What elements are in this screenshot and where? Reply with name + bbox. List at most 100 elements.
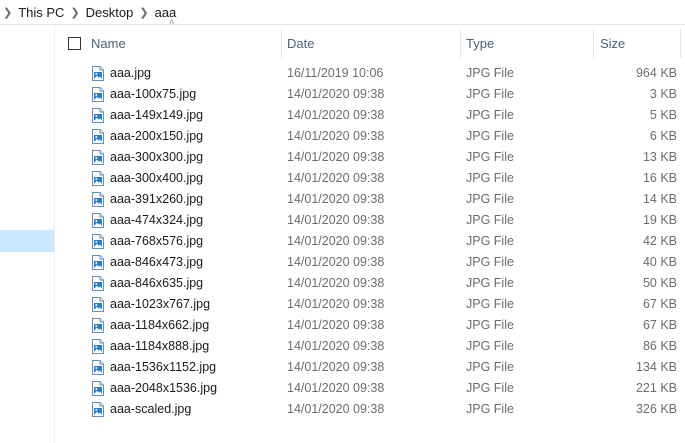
column-divider[interactable]: [680, 29, 681, 58]
file-type: JPG File: [466, 171, 514, 185]
file-size: 326 KB: [635, 402, 677, 416]
file-row[interactable]: aaa-768x576.jpg 14/01/2020 09:38 JPG Fil…: [54, 231, 685, 252]
breadcrumb-desktop[interactable]: Desktop: [86, 5, 134, 20]
file-type: JPG File: [466, 255, 514, 269]
file-type: JPG File: [466, 276, 514, 290]
file-type: JPG File: [466, 150, 514, 164]
column-header-name[interactable]: Name: [91, 25, 126, 62]
select-all-checkbox[interactable]: [68, 37, 81, 50]
image-file-icon: [92, 381, 104, 396]
file-type: JPG File: [466, 87, 514, 101]
file-date: 14/01/2020 09:38: [287, 339, 385, 353]
file-row[interactable]: aaa-391x260.jpg 14/01/2020 09:38 JPG Fil…: [54, 189, 685, 210]
column-header-date[interactable]: Date: [287, 25, 314, 62]
file-row[interactable]: aaa-1536x1152.jpg 14/01/2020 09:38 JPG F…: [54, 357, 685, 378]
file-name: aaa-1184x888.jpg: [110, 339, 210, 353]
file-date: 16/11/2019 10:06: [287, 66, 384, 80]
image-file-icon: [92, 234, 104, 249]
chevron-right-icon[interactable]: ❯: [133, 6, 154, 19]
file-row[interactable]: aaa-100x75.jpg 14/01/2020 09:38 JPG File…: [54, 84, 685, 105]
file-name: aaa-846x635.jpg: [110, 276, 204, 290]
file-size: 19 KB: [642, 213, 677, 227]
sidebar-selected-item[interactable]: [0, 230, 54, 252]
breadcrumb: ❯ This PC ❯ Desktop ❯ aaa: [0, 5, 176, 20]
column-header-type[interactable]: Type: [466, 25, 494, 62]
file-size: 42 KB: [642, 234, 677, 248]
file-row[interactable]: aaa-300x400.jpg 14/01/2020 09:38 JPG Fil…: [54, 168, 685, 189]
image-file-icon: [92, 87, 104, 102]
chevron-up-icon: ˄: [169, 17, 175, 27]
file-row[interactable]: aaa-846x635.jpg 14/01/2020 09:38 JPG Fil…: [54, 273, 685, 294]
file-size: 67 KB: [642, 318, 677, 332]
file-date: 14/01/2020 09:38: [287, 108, 385, 122]
file-name: aaa-1536x1152.jpg: [110, 360, 217, 374]
image-file-icon: [92, 255, 104, 270]
image-file-icon: [92, 171, 104, 186]
file-row[interactable]: aaa-1184x888.jpg 14/01/2020 09:38 JPG Fi…: [54, 336, 685, 357]
file-name: aaa-1184x662.jpg: [110, 318, 210, 332]
image-file-icon: [92, 192, 104, 207]
file-date: 14/01/2020 09:38: [287, 381, 385, 395]
file-date: 14/01/2020 09:38: [287, 87, 385, 101]
file-date: 14/01/2020 09:38: [287, 129, 385, 143]
file-name: aaa-1023x767.jpg: [110, 297, 211, 311]
column-header-size[interactable]: Size: [600, 25, 625, 62]
file-type: JPG File: [466, 66, 514, 80]
file-type: JPG File: [466, 192, 514, 206]
file-name: aaa-300x300.jpg: [110, 150, 204, 164]
file-row[interactable]: aaa-300x300.jpg 14/01/2020 09:38 JPG Fil…: [54, 147, 685, 168]
image-file-icon: [92, 402, 104, 417]
file-size: 5 KB: [649, 108, 677, 122]
file-type: JPG File: [466, 318, 514, 332]
address-bar[interactable]: ❯ This PC ❯ Desktop ❯ aaa: [0, 0, 685, 25]
chevron-right-icon[interactable]: ❯: [0, 6, 18, 19]
file-date: 14/01/2020 09:38: [287, 255, 385, 269]
column-divider[interactable]: [593, 29, 594, 58]
file-size: 3 KB: [649, 87, 677, 101]
file-size: 16 KB: [642, 171, 677, 185]
image-file-icon: [92, 213, 104, 228]
column-divider[interactable]: [281, 29, 282, 58]
file-date: 14/01/2020 09:38: [287, 297, 385, 311]
file-size: 40 KB: [642, 255, 677, 269]
file-date: 14/01/2020 09:38: [287, 171, 385, 185]
file-row[interactable]: aaa-846x473.jpg 14/01/2020 09:38 JPG Fil…: [54, 252, 685, 273]
file-type: JPG File: [466, 108, 514, 122]
file-name: aaa-100x75.jpg: [110, 87, 197, 101]
file-size: 13 KB: [642, 150, 677, 164]
file-row[interactable]: aaa-200x150.jpg 14/01/2020 09:38 JPG Fil…: [54, 126, 685, 147]
file-row[interactable]: aaa-474x324.jpg 14/01/2020 09:38 JPG Fil…: [54, 210, 685, 231]
file-date: 14/01/2020 09:38: [287, 318, 385, 332]
file-size: 6 KB: [649, 129, 677, 143]
file-size: 50 KB: [642, 276, 677, 290]
file-row[interactable]: aaa-2048x1536.jpg 14/01/2020 09:38 JPG F…: [54, 378, 685, 399]
column-divider[interactable]: [460, 29, 461, 58]
file-size: 134 KB: [635, 360, 677, 374]
file-date: 14/01/2020 09:38: [287, 402, 385, 416]
file-row[interactable]: aaa-149x149.jpg 14/01/2020 09:38 JPG Fil…: [54, 105, 685, 126]
file-name: aaa-200x150.jpg: [110, 129, 204, 143]
file-name: aaa-391x260.jpg: [110, 192, 204, 206]
file-type: JPG File: [466, 297, 514, 311]
file-row[interactable]: aaa.jpg 16/11/2019 10:06 JPG File 964 KB: [54, 63, 685, 84]
file-date: 14/01/2020 09:38: [287, 213, 385, 227]
image-file-icon: [92, 297, 104, 312]
file-row[interactable]: aaa-1023x767.jpg 14/01/2020 09:38 JPG Fi…: [54, 294, 685, 315]
file-name: aaa-scaled.jpg: [110, 402, 192, 416]
file-date: 14/01/2020 09:38: [287, 276, 385, 290]
navigation-pane[interactable]: [0, 25, 55, 443]
file-type: JPG File: [466, 402, 514, 416]
file-row[interactable]: aaa-scaled.jpg 14/01/2020 09:38 JPG File…: [54, 399, 685, 420]
breadcrumb-this-pc[interactable]: This PC: [18, 5, 64, 20]
file-name: aaa-149x149.jpg: [110, 108, 204, 122]
file-type: JPG File: [466, 381, 514, 395]
file-size: 67 KB: [642, 297, 677, 311]
file-date: 14/01/2020 09:38: [287, 234, 385, 248]
image-file-icon: [92, 129, 104, 144]
file-size: 14 KB: [642, 192, 677, 206]
file-name: aaa-846x473.jpg: [110, 255, 204, 269]
file-name: aaa.jpg: [110, 66, 152, 80]
file-date: 14/01/2020 09:38: [287, 192, 385, 206]
file-row[interactable]: aaa-1184x662.jpg 14/01/2020 09:38 JPG Fi…: [54, 315, 685, 336]
chevron-right-icon[interactable]: ❯: [64, 6, 85, 19]
